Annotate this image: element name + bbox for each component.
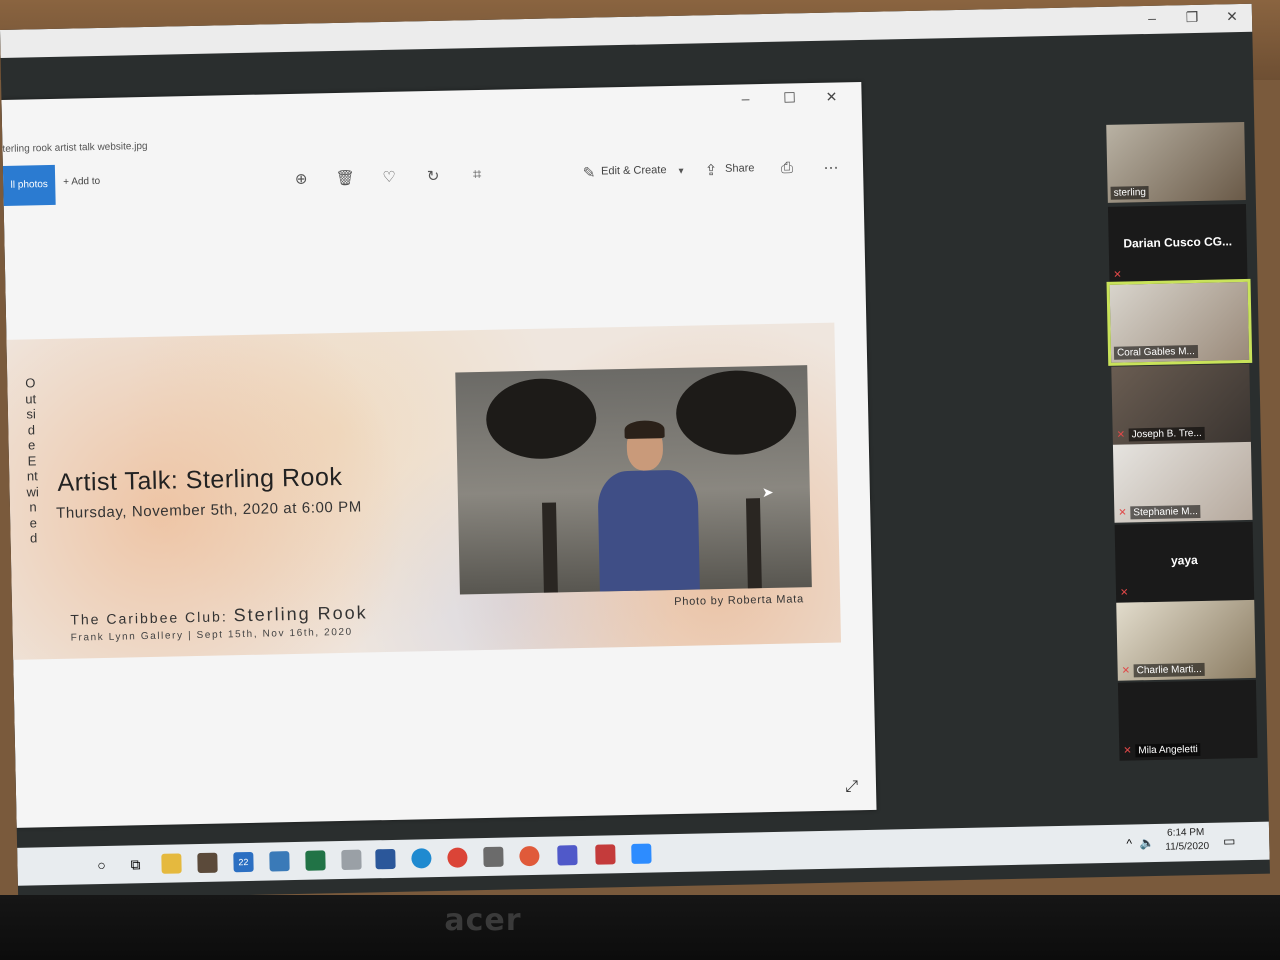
monitor-bezel: acer xyxy=(0,895,1280,960)
participant-tile[interactable]: ✕ Mila Angeletti xyxy=(1117,679,1258,761)
calculator-icon[interactable] xyxy=(269,851,290,872)
rotate-icon[interactable]: ↻ xyxy=(423,167,443,185)
talk-title: Artist Talk: Sterling Rook xyxy=(57,462,343,497)
share-button[interactable]: Share xyxy=(725,162,755,175)
crop-icon[interactable]: ⌗ xyxy=(467,166,487,183)
more-icon[interactable]: ⋯ xyxy=(821,158,841,176)
participant-name: Mila Angeletti xyxy=(1135,743,1201,758)
participant-tile[interactable]: ✕ Charlie Marti... xyxy=(1116,599,1256,681)
viewer-close-icon[interactable]: ✕ xyxy=(819,88,843,105)
add-to-button[interactable]: + Add to xyxy=(63,176,100,188)
gallery-dates: Frank Lynn Gallery | Sept 15th, Nov 16th… xyxy=(70,626,353,644)
artist-talk-image: OutsideEntwined Artist Talk: Sterling Ro… xyxy=(6,322,842,660)
search-icon[interactable]: ○ xyxy=(91,855,111,875)
artist-figure xyxy=(596,420,700,592)
notifications-icon[interactable]: ▭ xyxy=(1219,831,1239,851)
participant-tile[interactable]: Darian Cusco CG... ✕ xyxy=(1107,203,1248,285)
viewer-maximize-icon[interactable]: ☐ xyxy=(777,89,801,106)
task-view-icon[interactable]: ⧉ xyxy=(125,854,145,874)
participant-name: Charlie Marti... xyxy=(1133,662,1205,678)
photo-credit: Photo by Roberta Mata xyxy=(674,593,805,609)
windows-taskbar: ○ ⧉ 22 ^ 🔈 6:14 PM 11/5/2020 ▭ xyxy=(17,821,1270,886)
mouse-cursor-icon: ➤ xyxy=(761,483,774,501)
exhibit-prefix: The Caribbee Club: xyxy=(70,608,228,628)
participant-name: Joseph B. Tre... xyxy=(1128,426,1205,442)
screen: – ❐ ✕ – ☐ ✕ terling rook artist talk web… xyxy=(0,3,1270,900)
talk-date: Thursday, November 5th, 2020 at 6:00 PM xyxy=(55,498,363,522)
participant-name: Stephanie M... xyxy=(1130,504,1201,520)
participant-tile[interactable]: sterling xyxy=(1106,121,1246,203)
participant-tile[interactable]: ✕ Joseph B. Tre... xyxy=(1111,363,1251,445)
viewer-toolbar: ll photos + Add to ⊕ 🗑 ♡ ↻ ⌗ ✎ Edit & Cr… xyxy=(2,148,864,206)
app-icon[interactable] xyxy=(483,846,504,868)
palm-trunk xyxy=(542,502,558,593)
zoom-icon[interactable]: ⊕ xyxy=(291,170,311,188)
chevron-down-icon[interactable]: ▾ xyxy=(671,166,691,177)
participant-name: yaya xyxy=(1170,553,1198,568)
print-icon[interactable]: ⎙ xyxy=(777,159,797,176)
restore-icon[interactable]: ❐ xyxy=(1180,9,1204,26)
store-icon[interactable] xyxy=(197,852,218,874)
add-to-label: Add to xyxy=(71,175,101,188)
delete-icon[interactable]: 🗑 xyxy=(335,169,355,187)
palm-trunk xyxy=(745,498,762,589)
volume-icon[interactable]: 🔈 xyxy=(1137,833,1157,853)
zoom-app-icon[interactable] xyxy=(631,843,652,864)
mic-muted-icon: ✕ xyxy=(1116,429,1126,441)
participant-name: Darian Cusco CG... xyxy=(1123,234,1233,251)
palm-tree xyxy=(485,377,598,460)
all-photos-button[interactable]: ll photos xyxy=(2,164,56,206)
excel-icon[interactable] xyxy=(305,850,326,871)
exhibit-name: Sterling Rook xyxy=(233,602,368,626)
mic-muted-icon: ✕ xyxy=(1123,745,1132,757)
edge-icon[interactable] xyxy=(411,848,432,869)
file-explorer-icon[interactable] xyxy=(161,853,182,874)
heart-icon[interactable]: ♡ xyxy=(379,168,399,186)
mic-muted-icon: ✕ xyxy=(1113,269,1122,281)
participant-tile-active[interactable]: Coral Gables M... xyxy=(1106,278,1253,366)
artist-hair xyxy=(624,420,665,440)
photos-app-icon[interactable] xyxy=(519,845,540,867)
word-icon[interactable] xyxy=(375,848,396,870)
mail-icon[interactable]: 22 xyxy=(233,851,254,873)
monitor-brand-logo: acer xyxy=(444,903,522,938)
share-icon[interactable]: ⇪ xyxy=(701,161,721,179)
chrome-icon[interactable] xyxy=(447,847,468,868)
clock-time[interactable]: 6:14 PM xyxy=(1167,827,1204,839)
viewer-minimize-icon[interactable]: – xyxy=(733,90,757,106)
artist-torso xyxy=(597,469,700,592)
participant-tile[interactable]: ✕ Stephanie M... xyxy=(1112,441,1253,523)
mic-muted-icon: ✕ xyxy=(1119,587,1129,599)
participant-name: sterling xyxy=(1110,185,1150,200)
snipping-icon[interactable] xyxy=(341,849,362,871)
mic-muted-icon: ✕ xyxy=(1121,665,1131,677)
close-icon[interactable]: ✕ xyxy=(1220,8,1244,25)
teams-icon[interactable] xyxy=(557,845,578,866)
file-name: terling rook artist talk website.jpg xyxy=(2,140,148,155)
app-icon[interactable] xyxy=(595,844,616,865)
edit-create-button[interactable]: Edit & Create xyxy=(601,164,667,177)
photos-viewer-window: – ☐ ✕ terling rook artist talk website.j… xyxy=(1,81,877,828)
vertical-title: OutsideEntwined xyxy=(25,375,39,546)
participant-name: Coral Gables M... xyxy=(1113,344,1198,360)
edit-create-icon[interactable]: ✎ xyxy=(579,163,599,182)
clock-date[interactable]: 11/5/2020 xyxy=(1165,841,1209,853)
mic-muted-icon: ✕ xyxy=(1118,507,1127,519)
expand-icon[interactable]: ⤢ xyxy=(845,778,858,796)
exhibit-title: The Caribbee Club: Sterling Rook xyxy=(70,602,368,629)
artist-photo xyxy=(455,365,812,595)
participant-tile[interactable]: yaya ✕ xyxy=(1114,521,1255,603)
minimize-icon[interactable]: – xyxy=(1140,10,1164,26)
